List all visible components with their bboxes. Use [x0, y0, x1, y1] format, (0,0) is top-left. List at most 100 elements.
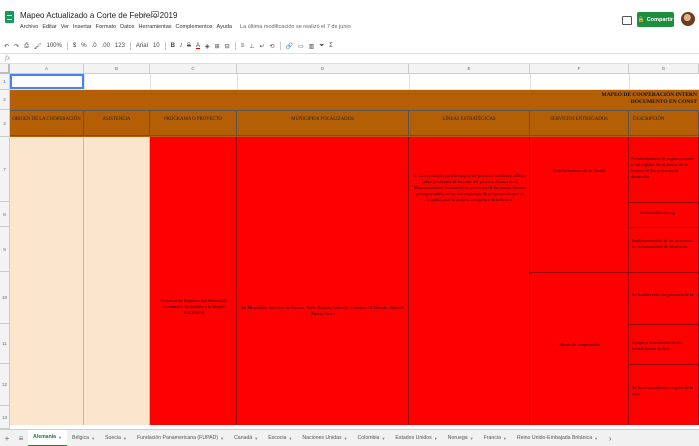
row-header-10[interactable]: 10: [0, 272, 10, 324]
formula-bar[interactable]: [0, 53, 699, 64]
cell-municipios[interactable]: [237, 137, 409, 425]
column-header-e[interactable]: E: [409, 64, 530, 74]
row-header-8[interactable]: 8: [0, 202, 10, 227]
italic-button[interactable]: I: [180, 43, 182, 49]
sheet-tab-estados-unidos[interactable]: Estados Unidos ▼: [390, 430, 442, 446]
bold-button[interactable]: B: [171, 43, 175, 49]
tab-caret-icon[interactable]: ▼: [594, 436, 598, 441]
text-color-button[interactable]: A: [196, 43, 200, 49]
tab-caret-icon[interactable]: ▼: [220, 436, 224, 441]
cell-programa[interactable]: [150, 137, 237, 425]
menu-herramientas[interactable]: Herramientas: [139, 24, 172, 30]
tab-caret-icon[interactable]: ▼: [344, 436, 348, 441]
undo-icon[interactable]: ↶: [4, 43, 9, 50]
cell-origen[interactable]: [10, 137, 84, 425]
tab-caret-icon[interactable]: ▼: [91, 436, 95, 441]
sheet-tab-colombia[interactable]: Colombia ▼: [353, 430, 391, 446]
column-header-c[interactable]: C: [150, 64, 237, 74]
selected-cell-a1[interactable]: [10, 74, 84, 89]
zoom-select[interactable]: 100%: [47, 43, 62, 49]
borders-icon[interactable]: ⊞: [215, 43, 220, 50]
comments-icon[interactable]: [622, 16, 632, 25]
percent-button[interactable]: %: [81, 43, 86, 49]
redo-icon[interactable]: ↷: [14, 43, 19, 50]
menu-formato[interactable]: Formato: [96, 24, 116, 30]
menu-datos[interactable]: Datos: [120, 24, 134, 30]
menu-insertar[interactable]: Insertar: [73, 24, 92, 30]
print-icon[interactable]: ⎙: [24, 43, 29, 50]
chart-icon[interactable]: ▥: [309, 43, 315, 50]
header-lineas[interactable]: LÍNEAS ESTRATÉGICAS: [409, 110, 530, 136]
valign-icon[interactable]: ⊥: [249, 43, 254, 50]
select-all-corner[interactable]: [0, 64, 10, 74]
rotate-icon[interactable]: ⟲: [269, 43, 274, 50]
comment-add-icon[interactable]: ▭: [298, 43, 304, 50]
row-header-7[interactable]: 7: [0, 137, 10, 202]
header-municipios[interactable]: MUNICIPIOS FOCALIZADOS: [237, 110, 409, 136]
fill-color-icon[interactable]: ◈: [205, 43, 210, 50]
row-header-3[interactable]: 3: [0, 110, 10, 137]
column-header-g[interactable]: G: [629, 64, 699, 74]
cell-servicios[interactable]: [530, 137, 629, 425]
scroll-right-icon[interactable]: ›: [603, 434, 617, 443]
last-edit-link[interactable]: La última modificación se realizó el 7 d…: [240, 24, 351, 30]
tab-caret-icon[interactable]: ▼: [381, 436, 385, 441]
sheet-tab-escocia[interactable]: Escocia ▼: [263, 430, 297, 446]
tab-caret-icon[interactable]: ▼: [58, 435, 62, 440]
align-left-icon[interactable]: ≡: [241, 43, 245, 49]
cell-asistencia[interactable]: [84, 137, 150, 425]
tab-caret-icon[interactable]: ▼: [123, 436, 127, 441]
star-icon[interactable]: ☆: [141, 10, 148, 19]
paint-format-icon[interactable]: 🖌: [34, 43, 42, 50]
tab-caret-icon[interactable]: ▼: [254, 436, 258, 441]
column-header-a[interactable]: A: [10, 64, 84, 74]
menu-archivo[interactable]: Archivo: [20, 24, 38, 30]
row-header-13[interactable]: 13: [0, 406, 10, 429]
row-header-1[interactable]: 1: [0, 74, 10, 90]
header-asistencia[interactable]: ASISTENCIA: [84, 110, 150, 136]
column-header-f[interactable]: F: [530, 64, 629, 74]
sheet-tab-suecia[interactable]: Suecia ▼: [100, 430, 132, 446]
share-button[interactable]: 🔒 Compartir: [637, 12, 674, 27]
header-programa[interactable]: PROGRAMA O PROYECTO: [150, 110, 237, 136]
strikethrough-button[interactable]: S: [187, 43, 191, 49]
avatar[interactable]: [681, 12, 695, 26]
header-origen[interactable]: ORIGEN DE LA COOPERACIÓN: [10, 110, 84, 136]
column-header-d[interactable]: D: [237, 64, 409, 74]
tab-caret-icon[interactable]: ▼: [434, 436, 438, 441]
menu-complementos[interactable]: Complementos: [176, 24, 213, 30]
cell-descripcion[interactable]: [629, 137, 699, 425]
tab-caret-icon[interactable]: ▼: [288, 436, 292, 441]
sheet-tab-fupad[interactable]: Fundación Panamericana (FUPAD) ▼: [132, 430, 229, 446]
folder-icon[interactable]: [151, 11, 159, 17]
menu-ver[interactable]: Ver: [61, 24, 69, 30]
font-select[interactable]: Arial: [136, 43, 148, 49]
link-icon[interactable]: 🔗: [286, 43, 293, 50]
decrease-decimal-button[interactable]: .0: [92, 43, 97, 49]
tab-caret-icon[interactable]: ▼: [470, 436, 474, 441]
wrap-icon[interactable]: ↵: [259, 43, 264, 50]
sheet-tab-naciones-unidas[interactable]: Naciones Unidas ▼: [297, 430, 352, 446]
menu-ayuda[interactable]: Ayuda: [217, 24, 233, 30]
sheet-tab-belgica[interactable]: Bélgica ▼: [67, 430, 100, 446]
sheet-tab-canada[interactable]: Canadá ▼: [229, 430, 263, 446]
tab-caret-icon[interactable]: ▼: [503, 436, 507, 441]
currency-button[interactable]: $: [73, 43, 76, 49]
filter-icon[interactable]: ⏷: [319, 43, 324, 50]
sheet-tab-reino-unido[interactable]: Reino Unido-Embajada Británica ▼: [512, 430, 603, 446]
row-header-2[interactable]: 2: [0, 90, 10, 110]
row-header-12[interactable]: 12: [0, 364, 10, 406]
row-header-9[interactable]: 9: [0, 227, 10, 272]
add-sheet-icon[interactable]: +: [0, 434, 14, 443]
header-servicios[interactable]: SERVICIOS ENTREGADOS: [530, 110, 629, 136]
sheet-tab-alemania[interactable]: Alemania ▼: [28, 429, 68, 446]
all-sheets-icon[interactable]: ≡: [14, 434, 28, 443]
column-header-b[interactable]: B: [84, 64, 150, 74]
header-descripcion[interactable]: DESCRIPCIÓN: [629, 110, 699, 136]
functions-button[interactable]: Σ: [329, 43, 333, 49]
merge-cells-icon[interactable]: ⊟: [225, 43, 230, 50]
sheet-tab-francia[interactable]: Francia ▼: [479, 430, 512, 446]
number-format-select[interactable]: 123: [115, 43, 125, 49]
increase-decimal-button[interactable]: .00: [102, 43, 110, 49]
menu-editar[interactable]: Editar: [42, 24, 56, 30]
